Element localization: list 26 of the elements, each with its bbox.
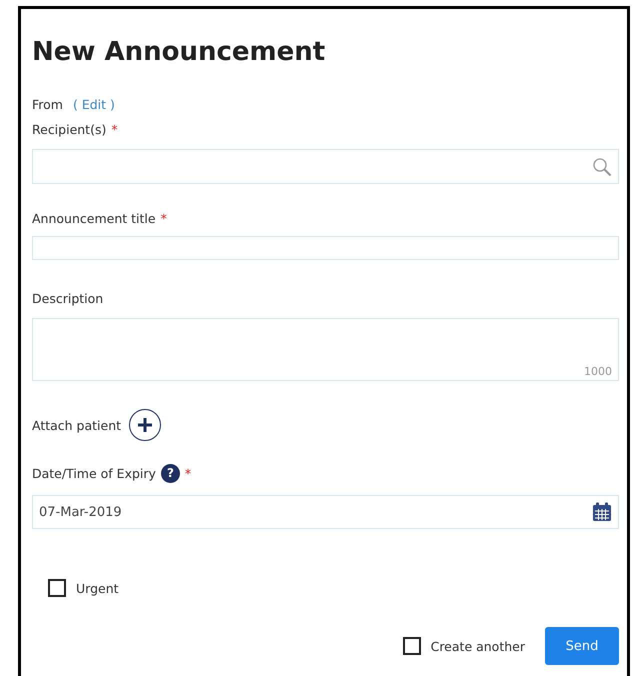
field-label: Announcement title (32, 210, 156, 226)
from-label: From (32, 96, 63, 112)
field-label: Date/Time of Expiry (32, 466, 156, 480)
required-mark: * (160, 210, 167, 226)
field-label: Attach patient (32, 418, 122, 432)
input-field[interactable] (32, 149, 619, 184)
checkbox[interactable] (48, 579, 66, 597)
add-button[interactable] (129, 409, 162, 441)
date-field[interactable]: 07-Mar-2019 (32, 495, 619, 529)
help-icon[interactable]: ? (160, 464, 180, 482)
checkbox[interactable] (402, 637, 421, 655)
input-field[interactable] (32, 236, 619, 260)
send-button[interactable]: Send (545, 627, 619, 665)
required-mark: * (111, 122, 118, 136)
field-label: Description (32, 290, 104, 306)
required-mark: * (184, 466, 192, 480)
page-title: New Announcement (32, 37, 326, 67)
calendar-icon[interactable] (592, 502, 612, 522)
checkbox-label: Create another (430, 638, 525, 654)
edit-link[interactable]: ( Edit ) (72, 96, 115, 112)
character-counter: 1000 (584, 365, 612, 378)
checkbox-label: Urgent (76, 580, 119, 596)
field-label: Recipient(s) (32, 122, 106, 136)
text-area[interactable]: 1000 (32, 318, 619, 381)
search-icon (592, 156, 612, 176)
plus-icon (137, 417, 154, 433)
